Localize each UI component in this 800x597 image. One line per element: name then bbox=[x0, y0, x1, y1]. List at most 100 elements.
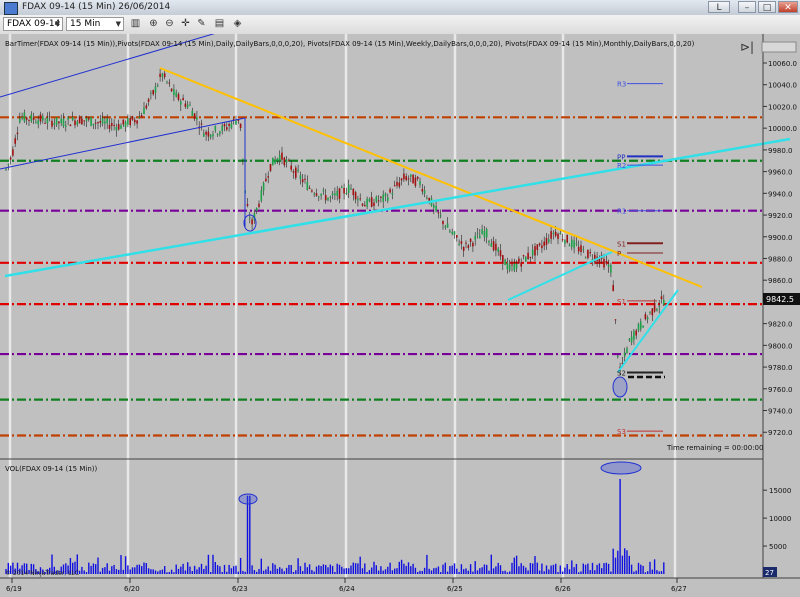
scroll-handle[interactable] bbox=[761, 41, 797, 53]
candle-body bbox=[347, 184, 350, 193]
candle-body bbox=[223, 124, 226, 127]
candle-body bbox=[649, 311, 651, 313]
candle-body bbox=[159, 73, 161, 77]
maximize-button[interactable]: □ bbox=[758, 1, 776, 13]
candle-body bbox=[368, 198, 371, 202]
candle-body bbox=[416, 176, 419, 179]
candle-body bbox=[19, 118, 21, 123]
candle-body bbox=[177, 93, 180, 100]
candle-body bbox=[439, 215, 442, 217]
candle-body bbox=[403, 173, 405, 180]
candle-body bbox=[37, 120, 39, 125]
candle-body bbox=[265, 178, 267, 182]
candle-body bbox=[212, 134, 214, 137]
candle-body bbox=[492, 241, 495, 251]
candle-body bbox=[527, 252, 529, 260]
properties-icon[interactable]: ▤ bbox=[212, 17, 227, 31]
candle-body bbox=[175, 92, 177, 97]
candle-body bbox=[5, 168, 7, 170]
pivot-label: S1 bbox=[617, 298, 626, 306]
zoom-out-icon[interactable]: ⊖ bbox=[162, 17, 177, 31]
candle-body bbox=[391, 192, 394, 195]
candle-body bbox=[557, 233, 559, 239]
candle-body bbox=[490, 243, 493, 247]
candle-body bbox=[426, 197, 428, 199]
candle-body bbox=[476, 233, 479, 235]
strategy-icon[interactable]: ◈ bbox=[230, 17, 245, 31]
candle-body bbox=[499, 250, 502, 257]
candle-body bbox=[239, 123, 242, 128]
cursor-icon[interactable]: ✛ bbox=[178, 17, 193, 31]
candle-body bbox=[51, 120, 53, 127]
candle-body bbox=[127, 118, 129, 125]
interval-selector[interactable]: 15 Min ▼ bbox=[66, 17, 124, 31]
candle-body bbox=[543, 241, 545, 246]
candle-body bbox=[653, 302, 656, 312]
candle-body bbox=[377, 200, 380, 202]
candle-body bbox=[442, 220, 444, 225]
candle-body bbox=[587, 249, 589, 259]
candle-body bbox=[324, 194, 327, 201]
chart-area[interactable]: R3 PPR2 R1 S1 P S1 S2 S3 BarTimer(FDAX 09-14 (1… bbox=[0, 34, 800, 597]
last-price-value: 9842.5 bbox=[766, 295, 794, 304]
candle-body bbox=[407, 178, 410, 180]
candle-body bbox=[520, 262, 522, 267]
candle-body bbox=[124, 121, 127, 127]
candle-body bbox=[387, 197, 389, 201]
minimize-button[interactable]: – bbox=[738, 1, 756, 13]
candle-body bbox=[44, 122, 46, 124]
bars-icon[interactable]: ▥ bbox=[128, 17, 143, 31]
candle-body bbox=[495, 243, 497, 251]
candle-body bbox=[343, 187, 345, 194]
candle-body bbox=[99, 121, 102, 123]
volume-tick-label: 15000 bbox=[769, 487, 791, 495]
volume-label: VOL(FDAX 09-14 (15 Min)) bbox=[5, 465, 97, 473]
candle-body bbox=[209, 134, 212, 138]
candle-body bbox=[228, 123, 230, 126]
highlight-ellipse bbox=[612, 376, 628, 398]
candle-body bbox=[630, 336, 633, 343]
link-button[interactable]: L bbox=[708, 1, 730, 13]
zoom-in-icon[interactable]: ⊕ bbox=[146, 17, 161, 31]
candle-body bbox=[186, 104, 189, 108]
candle-body bbox=[626, 348, 628, 354]
price-tick-label: 9980.0 bbox=[768, 147, 793, 155]
candle-body bbox=[605, 260, 608, 264]
candle-body bbox=[525, 256, 527, 262]
candle-body bbox=[92, 123, 95, 126]
candle-body bbox=[352, 188, 355, 196]
price-tick-label: 9920.0 bbox=[768, 212, 793, 220]
candle-body bbox=[635, 330, 637, 336]
candle-body bbox=[290, 165, 292, 170]
candle-body bbox=[334, 193, 336, 196]
close-button[interactable]: ✕ bbox=[778, 1, 798, 13]
candle-body bbox=[7, 163, 10, 165]
candle-body bbox=[272, 157, 274, 166]
price-tick-label: 9940.0 bbox=[768, 190, 793, 198]
candle-body bbox=[380, 196, 382, 198]
candle-body bbox=[230, 123, 233, 128]
candle-body bbox=[651, 308, 654, 316]
price-tick-label: 9860.0 bbox=[768, 277, 793, 285]
scroll-end-icon[interactable]: ⊳| bbox=[740, 40, 754, 54]
candle-body bbox=[646, 317, 649, 320]
candle-body bbox=[458, 243, 460, 246]
candle-body bbox=[575, 243, 578, 245]
candle-body bbox=[58, 121, 60, 124]
candle-body bbox=[364, 205, 366, 207]
instrument-selector[interactable]: FDAX 09-14 ▼ bbox=[3, 17, 63, 31]
candle-body bbox=[278, 154, 281, 161]
candle-body bbox=[168, 82, 171, 84]
candle-body bbox=[513, 263, 516, 271]
candle-body bbox=[262, 183, 265, 191]
candle-body bbox=[444, 226, 447, 228]
candle-body bbox=[311, 190, 313, 192]
instrument-value: FDAX 09-14 bbox=[7, 19, 61, 29]
candle-body bbox=[16, 132, 19, 135]
candle-body bbox=[246, 204, 249, 206]
candle-body bbox=[25, 117, 28, 120]
candle-body bbox=[23, 112, 26, 122]
draw-icon[interactable]: ✎ bbox=[194, 17, 209, 31]
candle-body bbox=[180, 101, 182, 105]
scroll-controls[interactable]: ⊳| bbox=[740, 40, 797, 54]
